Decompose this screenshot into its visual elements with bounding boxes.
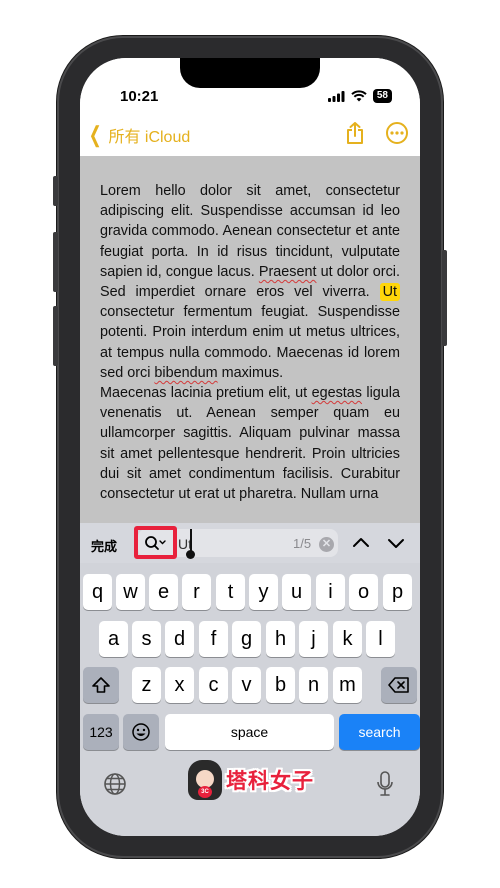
key-c[interactable]: c: [199, 667, 228, 703]
shift-key[interactable]: [83, 667, 119, 703]
key-m[interactable]: m: [333, 667, 362, 703]
chevron-left-icon: ❮: [88, 122, 102, 147]
key-n[interactable]: n: [299, 667, 328, 703]
share-button[interactable]: [346, 122, 364, 149]
match-count: 1/5: [293, 536, 312, 551]
watermark-text: 塔科女子: [226, 770, 314, 793]
search-key[interactable]: search: [339, 714, 420, 750]
note-paragraph-2: Maecenas lacinia pretium elit, ut egesta…: [100, 383, 400, 504]
screen: 10:21 58 ❮ 所有 iCloud Lorem hello dolor s…: [80, 58, 420, 836]
note-text-run: ligula venenatis ut. Aenean semper quam …: [100, 385, 400, 503]
note-text-run: Maecenas lacinia pretium elit, ut: [100, 385, 312, 402]
key-k[interactable]: k: [333, 621, 362, 657]
misspelled-word[interactable]: bibendum: [154, 365, 217, 381]
emoji-key[interactable]: [123, 714, 159, 750]
text-cursor-handle[interactable]: [186, 550, 195, 559]
chevron-up-icon[interactable]: [352, 534, 370, 552]
action-button: [53, 176, 58, 206]
chevron-down-icon[interactable]: [387, 534, 405, 552]
clear-search-button[interactable]: ✕: [319, 537, 334, 552]
find-bar: 完成 Ut 1/5 ✕: [80, 523, 420, 563]
numbers-key[interactable]: 123: [83, 714, 119, 750]
emoji-icon: [132, 723, 150, 741]
notch: [180, 58, 320, 88]
note-text-run: maximus.: [217, 364, 284, 381]
key-a[interactable]: a: [99, 621, 128, 657]
key-s[interactable]: s: [132, 621, 161, 657]
watermark-badge: 3C: [198, 786, 212, 798]
note-body[interactable]: Lorem hello dolor sit amet, consectetur …: [80, 156, 420, 526]
delete-key[interactable]: [381, 667, 417, 703]
done-button[interactable]: 完成: [91, 536, 117, 555]
space-key[interactable]: space: [165, 714, 334, 750]
key-w[interactable]: w: [116, 574, 145, 610]
wifi-icon: [351, 90, 367, 102]
watermark-avatar-icon: 3C: [188, 760, 222, 800]
key-v[interactable]: v: [232, 667, 261, 703]
key-o[interactable]: o: [349, 574, 378, 610]
key-b[interactable]: b: [266, 667, 295, 703]
battery-indicator: 58: [372, 89, 392, 103]
key-g[interactable]: g: [232, 621, 261, 657]
signal-icon: [327, 90, 345, 102]
key-p[interactable]: p: [383, 574, 412, 610]
key-t[interactable]: t: [216, 574, 245, 610]
key-l[interactable]: l: [366, 621, 395, 657]
key-q[interactable]: q: [83, 574, 112, 610]
more-button[interactable]: [386, 122, 408, 144]
misspelled-word[interactable]: Praesent: [259, 264, 317, 280]
globe-icon[interactable]: [103, 772, 127, 796]
key-x[interactable]: x: [165, 667, 194, 703]
delete-icon: [388, 677, 409, 693]
watermark: 3C 塔科女子: [188, 760, 314, 800]
find-options-button[interactable]: [134, 526, 177, 559]
key-f[interactable]: f: [199, 621, 228, 657]
key-r[interactable]: r: [182, 574, 211, 610]
key-e[interactable]: e: [149, 574, 178, 610]
volume-down-button: [53, 306, 58, 366]
shift-icon: [92, 677, 110, 693]
key-u[interactable]: u: [282, 574, 311, 610]
text-cursor: [190, 529, 192, 551]
key-h[interactable]: h: [266, 621, 295, 657]
status-time: 10:21: [120, 88, 159, 105]
status-icons: 58: [327, 89, 392, 103]
key-j[interactable]: j: [299, 621, 328, 657]
power-button: [442, 250, 447, 346]
share-icon: [347, 122, 363, 144]
navigation-bar: ❮ 所有 iCloud: [80, 106, 420, 156]
note-text[interactable]: Lorem hello dolor sit amet, consectetur …: [100, 181, 400, 504]
back-button[interactable]: ❮ 所有 iCloud: [86, 123, 190, 147]
note-paragraph-1: Lorem hello dolor sit amet, consectetur …: [100, 181, 400, 383]
misspelled-word[interactable]: egestas: [312, 385, 362, 401]
search-match-highlight: Ut: [379, 283, 400, 302]
more-icon: [390, 131, 404, 135]
search-icon: [144, 535, 166, 550]
volume-up-button: [53, 232, 58, 292]
key-i[interactable]: i: [316, 574, 345, 610]
back-label: 所有 iCloud: [108, 129, 191, 146]
key-d[interactable]: d: [165, 621, 194, 657]
mic-icon[interactable]: [376, 770, 394, 798]
key-y[interactable]: y: [249, 574, 278, 610]
key-z[interactable]: z: [132, 667, 161, 703]
